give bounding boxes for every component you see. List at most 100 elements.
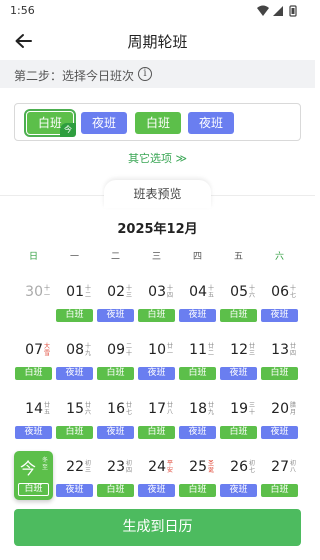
step-label: 第二步：选择今日班次	[14, 69, 135, 83]
calendar-day[interactable]: 18 廿九 夜班	[177, 401, 218, 451]
day-shift-chip: 白班	[15, 367, 52, 380]
calendar-day[interactable]: 04 十五 夜班	[177, 284, 218, 334]
day-number: 18	[189, 401, 207, 417]
status-bar: 1:56	[0, 0, 315, 22]
calendar-day[interactable]: 11 廿二 白班	[177, 342, 218, 392]
day-shift-chip: 白班	[179, 367, 216, 380]
lunar-label: 廿二	[208, 343, 215, 357]
calendar-day[interactable]: 30 十一	[13, 284, 54, 334]
day-shift-chip: 白班	[220, 426, 257, 439]
day-shift-chip: 白班	[261, 367, 298, 380]
info-icon[interactable]: i	[138, 67, 152, 81]
day-number: 02	[107, 284, 125, 300]
lunar-label: 十九	[85, 343, 92, 357]
day-number: 10	[148, 342, 166, 358]
generate-to-calendar-button[interactable]: 生成到日历	[14, 509, 301, 546]
day-shift-chip: 夜班	[179, 426, 216, 439]
calendar-day[interactable]: 19 三十白班	[218, 401, 259, 451]
calendar-day[interactable]: 20 腊月夜班	[259, 401, 300, 451]
shift-chip-day[interactable]: 白班	[135, 112, 181, 134]
day-number: 05	[230, 284, 248, 300]
day-number: 19	[230, 401, 248, 417]
day-shift-chip: 夜班	[220, 367, 257, 380]
day-shift-chip: 夜班	[56, 484, 93, 497]
day-number: 17	[148, 401, 166, 417]
day-number: 20	[271, 401, 289, 417]
calendar-day[interactable]: 12 廿三 夜班	[218, 342, 259, 392]
calendar-day[interactable]: 07 大雪 白班	[13, 342, 54, 392]
wifi-icon	[257, 5, 269, 16]
day-number: 22	[66, 459, 84, 475]
day-number: 04	[189, 284, 207, 300]
lunar-label: 初八	[290, 460, 297, 474]
day-number: 14	[25, 401, 43, 417]
weekday-label: 三	[151, 252, 161, 262]
lunar-label: 十四	[167, 285, 174, 299]
day-shift-chip: 夜班	[179, 309, 216, 322]
calendar-day[interactable]: 06 十七 夜班	[259, 284, 300, 334]
lunar-label: 三十	[249, 402, 256, 416]
page-title: 周期轮班	[127, 33, 188, 51]
status-icons	[257, 5, 297, 17]
lunar-label: 大雪	[44, 343, 51, 357]
today-tag: 今	[60, 123, 76, 137]
lunar-label: 平安	[167, 460, 174, 474]
calendar-day[interactable]: 03 十四 白班	[136, 284, 177, 334]
shift-chip-day-selected[interactable]: 白班 今	[24, 109, 76, 137]
calendar-day[interactable]: 15 廿六 白班	[54, 401, 95, 451]
calendar-day[interactable]: 14 廿五 夜班	[13, 401, 54, 451]
day-number: 26	[230, 459, 248, 475]
preview-tab: 班表预览	[104, 180, 211, 208]
status-time: 1:56	[10, 4, 35, 17]
lunar-label: 初七	[249, 460, 256, 474]
calendar-day[interactable]: 09 二十 白班	[95, 342, 136, 392]
calendar-day[interactable]: 17 廿八 白班	[136, 401, 177, 451]
day-number: 16	[107, 401, 125, 417]
calendar-day[interactable]: 27 初八 白班	[259, 459, 300, 509]
calendar-day[interactable]: 02 十三 夜班	[95, 284, 136, 334]
calendar-day[interactable]: 01 十二 白班	[54, 284, 95, 334]
day-shift-chip: 夜班	[15, 426, 52, 439]
calendar-day[interactable]: 10 廿一 夜班	[136, 342, 177, 392]
calendar-day[interactable]: 13 廿四 白班	[259, 342, 300, 392]
calendar-day[interactable]: 22 初三 夜班	[54, 459, 95, 509]
calendar-day[interactable]: 16 廿七夜班	[95, 401, 136, 451]
weekday-label: 日	[28, 252, 38, 262]
day-number: 今	[19, 459, 36, 478]
step-row: 第二步：选择今日班次 i	[0, 60, 315, 88]
weekday-label: 一	[69, 252, 79, 262]
lunar-label: 廿一	[167, 343, 174, 357]
day-shift-chip: 白班	[138, 426, 175, 439]
day-shift-chip: 夜班	[56, 367, 93, 380]
lunar-label: 廿七	[126, 402, 133, 416]
lunar-label: 廿四	[290, 343, 297, 357]
day-shift-chip: 夜班	[261, 426, 298, 439]
calendar-day[interactable]: 23 初四 白班	[95, 459, 136, 509]
shift-chip-night[interactable]: 夜班	[188, 112, 234, 134]
shift-chip-label: 白班	[145, 116, 170, 130]
lunar-label: 冬至	[42, 457, 49, 471]
lunar-label: 十七	[290, 285, 297, 299]
calendar-day[interactable]: 05 十六 白班	[218, 284, 259, 334]
day-number: 27	[271, 459, 289, 475]
day-number: 01	[66, 284, 84, 300]
lunar-label: 十一	[44, 285, 51, 299]
lunar-label: 初四	[126, 460, 133, 474]
calendar-day-today[interactable]: 今冬至 白班	[14, 451, 53, 500]
calendar-day[interactable]: 24 平安 夜班	[136, 459, 177, 509]
day-shift-chip: 白班	[56, 309, 93, 322]
shift-chip-night[interactable]: 夜班	[81, 112, 127, 134]
calendar-day[interactable]: 08 十九 夜班	[54, 342, 95, 392]
day-number: 24	[148, 459, 166, 475]
app-bar: 周期轮班	[0, 22, 315, 60]
calendar-day[interactable]: 25 圣诞 白班	[177, 459, 218, 509]
more-options-link[interactable]: 其它选项 ≫	[0, 150, 315, 166]
day-shift-chip: 夜班	[97, 426, 134, 439]
day-shift-chip: 夜班	[261, 309, 298, 322]
lunar-label: 腊月	[290, 402, 297, 416]
calendar-day[interactable]: 26 初七 夜班	[218, 459, 259, 509]
day-number: 30	[25, 284, 43, 300]
lunar-label: 廿三	[249, 343, 256, 357]
shift-chip-label: 夜班	[91, 116, 116, 130]
month-title: 2025年12月	[117, 222, 198, 237]
